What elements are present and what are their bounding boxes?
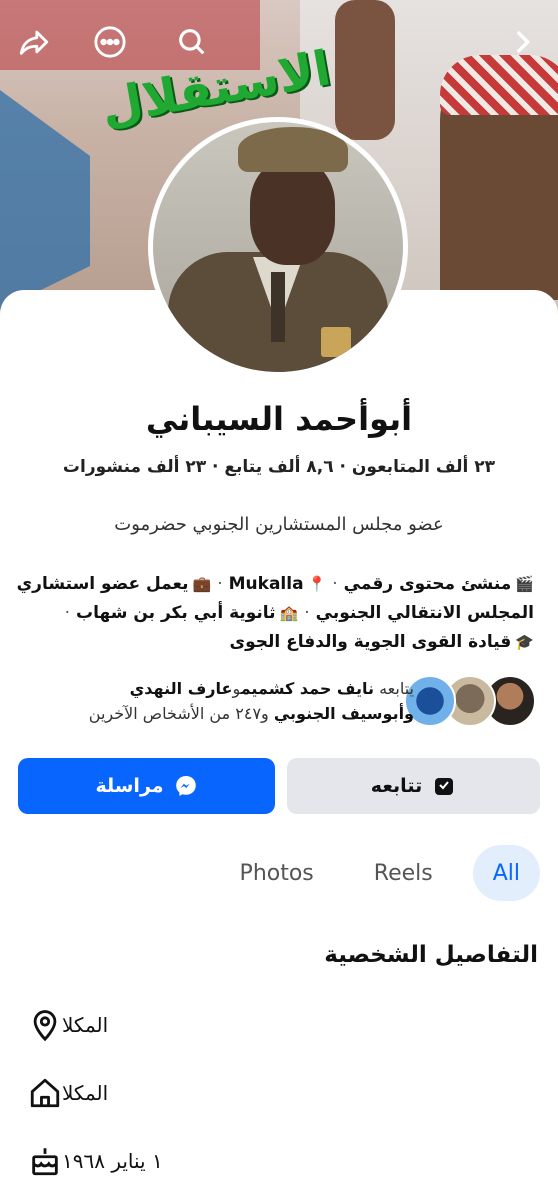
detail-school[interactable]: ثانوية أبي بكر بن شهاب: [76, 603, 276, 623]
avatar-tie: [271, 272, 285, 342]
detail-creator: منشئ محتوى رقمي: [343, 574, 512, 594]
tab-all[interactable]: All: [472, 845, 540, 901]
profile-bio: عضو مجلس المستشارين الجنوبي حضرموت: [114, 514, 444, 535]
followers-prefix: يتابعه: [379, 679, 414, 698]
following-icon: [435, 778, 454, 795]
detail-row-text: المكلا: [62, 1013, 109, 1037]
clapperboard-icon: 🎬: [515, 575, 534, 593]
top-bar: [0, 22, 558, 62]
avatar-medal: [321, 327, 351, 357]
cover-flag-triangle: [0, 90, 90, 310]
follower-name[interactable]: نايف حمد كشميم: [241, 679, 374, 698]
detail-work-place[interactable]: المجلس الانتقالي الجنوبي: [316, 603, 534, 623]
detail-row-text: المكلا: [62, 1081, 109, 1105]
detail-row-text: ١ يناير ١٩٦٨: [62, 1149, 163, 1173]
personal-details-title: التفاصيل الشخصية: [324, 942, 538, 968]
profile-name: أبوأحمد السيباني: [145, 400, 413, 438]
avatar-face: [250, 160, 335, 265]
message-label: مراسلة: [95, 775, 164, 797]
detail-work: يعمل عضو استشاري: [16, 574, 189, 594]
cover-raised-arm: [335, 0, 395, 140]
followers-text: يتابعه نايف حمد كشميموعارف النهدي وأبوسي…: [89, 676, 414, 726]
graduation-cap-icon: 🎓: [515, 633, 534, 651]
location-pin-icon: [33, 1010, 57, 1042]
followers-suffix: و٢٤٧ من الأشخاص الآخرين: [88, 704, 269, 723]
mutual-followers[interactable]: يتابعه نايف حمد كشميموعارف النهدي وأبوسي…: [20, 673, 536, 729]
avatar-photo: [153, 122, 403, 372]
tab-photos[interactable]: Photos: [220, 845, 334, 901]
profile-avatar[interactable]: [148, 117, 408, 377]
followers-and: و: [232, 679, 241, 698]
following-button[interactable]: تتابعه: [287, 758, 540, 814]
detail-college[interactable]: قيادة القوى الجوية والدفاع الجوى: [230, 632, 512, 652]
back-chevron-icon[interactable]: [502, 22, 542, 62]
school-icon: 🏫: [279, 604, 299, 622]
more-options-icon[interactable]: [90, 22, 130, 62]
cover-headscarf: [440, 55, 558, 115]
following-label: تتابعه: [370, 775, 423, 797]
share-icon[interactable]: [14, 22, 54, 62]
search-icon[interactable]: [172, 22, 212, 62]
follower-name[interactable]: وأبوسيف الجنوبي: [274, 704, 414, 723]
detail-row-birthday[interactable]: ١ يناير ١٩٦٨: [28, 1141, 528, 1181]
avatar-hat: [238, 127, 348, 172]
messenger-icon: [175, 776, 196, 796]
birthday-cake-icon: [32, 1148, 58, 1176]
profile-details: 🎬منشئ محتوى رقمي·📍Mukalla·💼يعمل عضو استش…: [14, 570, 534, 657]
tab-reels[interactable]: Reels: [354, 845, 453, 901]
detail-row-location[interactable]: المكلا: [28, 1005, 528, 1045]
detail-row-home[interactable]: المكلا: [28, 1073, 528, 1113]
location-pin-icon: 📍: [307, 575, 327, 593]
follower-name[interactable]: عارف النهدي: [130, 679, 233, 698]
follower-avatars: [396, 673, 536, 727]
profile-stats[interactable]: ٢٣ ألف المتابعون · ٨,٦ ألف يتابع · ٢٣ أل…: [0, 457, 558, 477]
detail-location[interactable]: Mukalla: [229, 574, 304, 594]
message-button[interactable]: مراسلة: [18, 758, 275, 814]
home-icon: [30, 1078, 60, 1108]
briefcase-icon: 💼: [192, 575, 212, 593]
profile-tabs: All Reels Photos: [220, 845, 540, 901]
